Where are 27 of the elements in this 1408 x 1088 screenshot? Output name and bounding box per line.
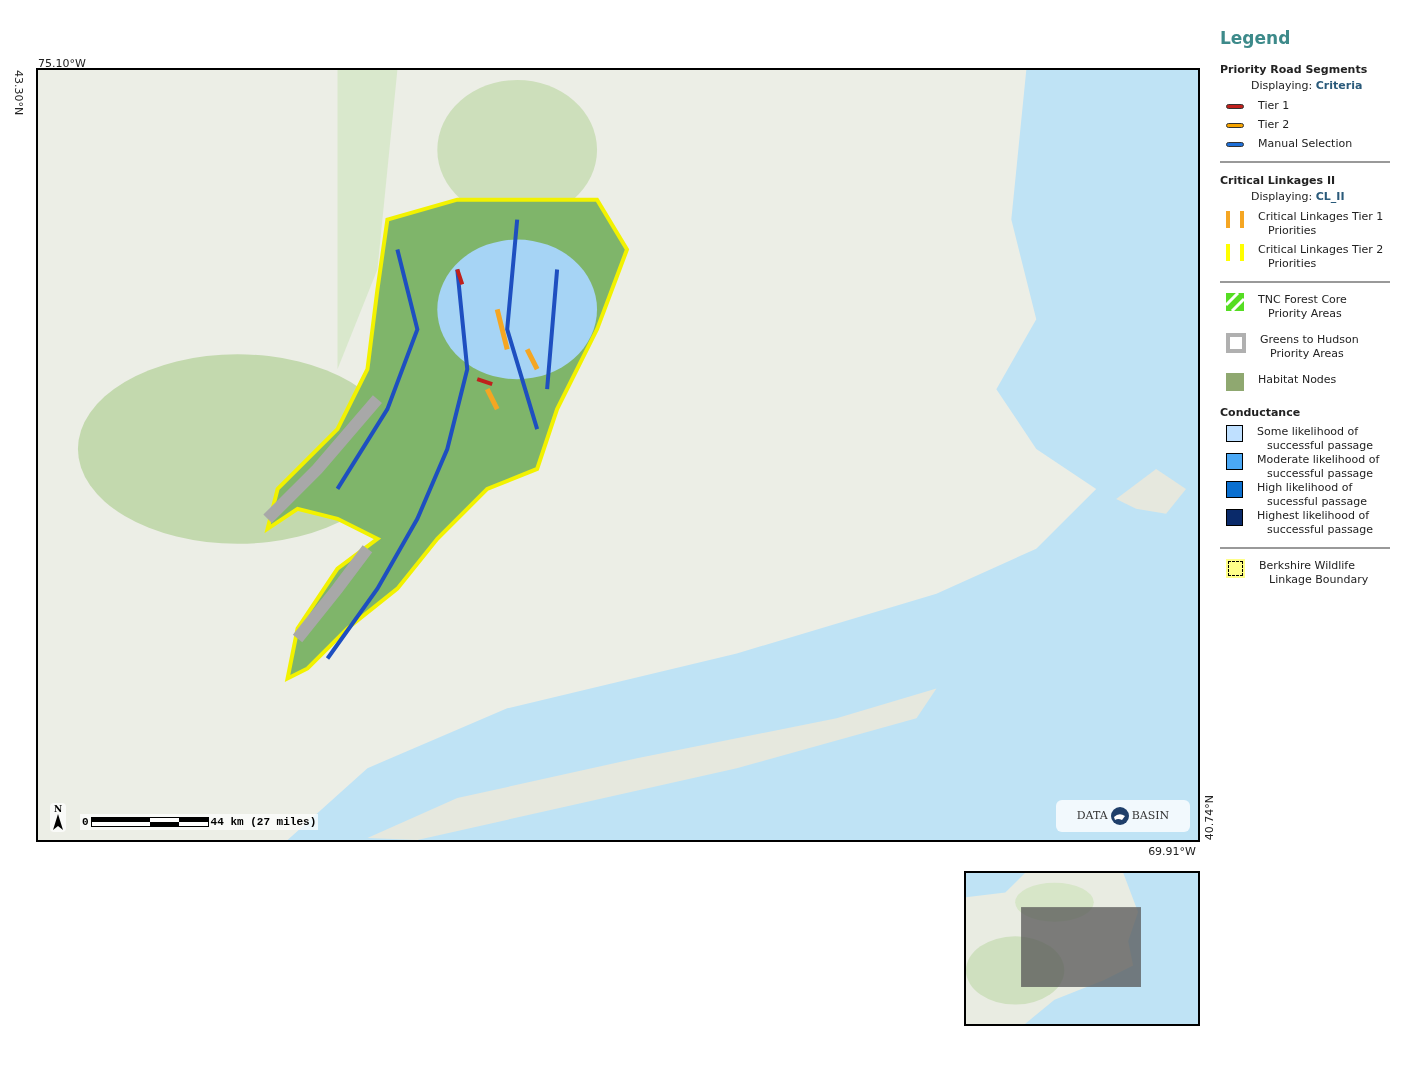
section-heading: Priority Road Segments: [1220, 61, 1369, 78]
scale-label: 44 km (27 miles): [210, 814, 317, 830]
legend-label: Tier 2: [1258, 117, 1290, 132]
displaying-label: Displaying: CL_II: [1250, 189, 1346, 205]
legend-title: Legend: [1220, 27, 1292, 50]
latitude-label: 43.30°N: [11, 70, 27, 116]
legend-label: Critical Linkages Tier 1 Priorities: [1258, 209, 1384, 238]
section-heading: Conductance: [1220, 404, 1302, 421]
longitude-label: 69.91°W: [1148, 844, 1196, 860]
legend-label: Critical Linkages Tier 2 Priorities: [1258, 242, 1384, 271]
globe-icon: [1109, 806, 1130, 826]
legend-label: Highest likelihood of successful passage: [1257, 509, 1374, 537]
legend-label: Berkshire Wildlife Linkage Boundary: [1259, 559, 1369, 587]
legend-label: Habitat Nodes: [1258, 372, 1337, 387]
legend-label: TNC Forest Core Priority Areas: [1258, 292, 1347, 321]
scale-label: 0: [82, 814, 89, 830]
legend-label: Moderate likelihood of successful passage: [1257, 453, 1380, 481]
logo-badge: DATA BASIN: [1056, 800, 1190, 832]
latitude-label: 40.74°N: [1201, 794, 1217, 840]
legend-label: Greens to Hudson Priority Areas: [1260, 332, 1359, 361]
section-heading: Critical Linkages II: [1220, 172, 1337, 189]
longitude-label: 75.10°W: [38, 57, 86, 70]
displaying-label: Displaying: Criteria: [1250, 78, 1364, 94]
legend-label: Tier 1: [1258, 98, 1290, 113]
legend-label: Manual Selection: [1258, 136, 1353, 151]
legend-label: High likelihood of sucessful passage: [1257, 481, 1368, 509]
legend-label: Some likelihood of successful passage: [1257, 425, 1374, 453]
